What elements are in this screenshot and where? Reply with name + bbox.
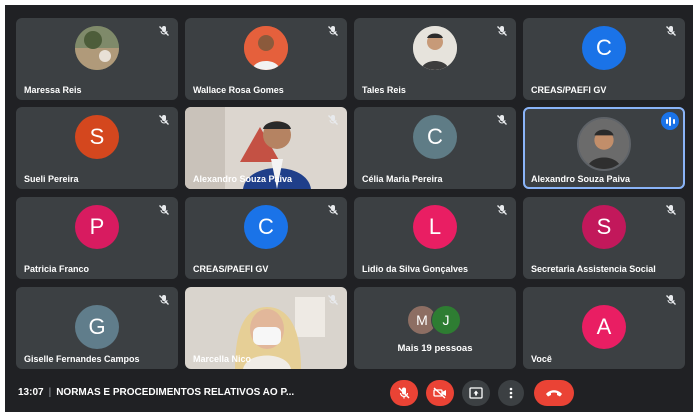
participant-tile-active-speaker[interactable]: Alexandro Souza Paiva — [523, 107, 685, 189]
mic-off-icon — [328, 115, 338, 125]
end-call-icon — [546, 390, 562, 397]
participant-tile[interactable]: L Lidio da Silva Gonçalves — [354, 197, 516, 279]
avatar — [577, 117, 631, 171]
bottom-bar: 13:07 | NORMAS E PROCEDIMENTOS RELATIVOS A… — [5, 374, 693, 412]
more-participants-label: Mais 19 pessoas — [397, 343, 473, 354]
participant-name: CREAS/PAEFI GV — [531, 85, 607, 95]
separator: | — [48, 387, 52, 398]
participant-tile[interactable]: G Giselle Fernandes Campos — [16, 287, 178, 369]
participant-name: Célia Maria Pereira — [362, 174, 443, 184]
meeting-info: 13:07 | NORMAS E PROCEDIMENTOS RELATIVOS A… — [18, 387, 294, 398]
participant-tile[interactable]: Wallace Rosa Gomes — [185, 18, 347, 100]
participant-name: Marcella Nico — [193, 354, 252, 364]
participant-name: Você — [531, 354, 552, 364]
avatar: A — [582, 305, 626, 349]
avatar: S — [75, 115, 119, 159]
camera-toggle-button[interactable] — [426, 380, 454, 406]
participant-name: Tales Reis — [362, 85, 406, 95]
meet-window: Maressa Reis Wallace Rosa Gomes Tales Re… — [5, 5, 693, 412]
participant-tile[interactable]: P Patricia Franco — [16, 197, 178, 279]
participant-name: Patricia Franco — [24, 264, 90, 274]
participant-tile[interactable]: C CREAS/PAEFI GV — [185, 197, 347, 279]
more-options-button[interactable] — [498, 380, 524, 406]
avatar: C — [582, 26, 626, 70]
participant-tile[interactable]: C Célia Maria Pereira — [354, 107, 516, 189]
participant-name: Maressa Reis — [24, 85, 82, 95]
mic-toggle-button[interactable] — [390, 380, 418, 406]
mic-off-icon — [328, 26, 338, 36]
participant-name: Alexandro Souza Paiva — [193, 174, 293, 184]
avatar — [413, 26, 457, 70]
participant-tile[interactable]: S Secretaria Assistencia Social — [523, 197, 685, 279]
avatar: P — [75, 205, 119, 249]
mic-off-icon — [159, 26, 169, 36]
mic-off-icon — [159, 115, 169, 125]
participant-name: Lidio da Silva Gonçalves — [362, 264, 469, 274]
avatar — [244, 26, 288, 70]
mic-off-icon — [497, 26, 507, 36]
participant-name: CREAS/PAEFI GV — [193, 264, 269, 274]
meeting-title: NORMAS E PROCEDIMENTOS RELATIVOS AO P... — [56, 387, 295, 398]
participant-tile[interactable]: Alexandro Souza Paiva — [185, 107, 347, 189]
participant-name: Alexandro Souza Paiva — [531, 174, 631, 184]
meeting-time: 13:07 — [18, 387, 44, 398]
participant-tile[interactable]: Marcella Nico — [185, 287, 347, 369]
mic-off-icon — [666, 295, 676, 305]
avatar: G — [75, 305, 119, 349]
mic-off-icon — [159, 205, 169, 215]
participant-grid: Maressa Reis Wallace Rosa Gomes Tales Re… — [16, 18, 686, 374]
participant-tile[interactable]: Maressa Reis — [16, 18, 178, 100]
mic-off-icon — [159, 295, 169, 305]
speaking-indicator-icon — [661, 112, 679, 130]
avatar — [75, 26, 119, 70]
mic-off-icon — [666, 26, 676, 36]
more-participants-tile[interactable]: M J Mais 19 pessoas — [354, 287, 516, 369]
more-options-icon — [509, 387, 513, 399]
participant-tile[interactable]: S Sueli Pereira — [16, 107, 178, 189]
mic-off-icon — [497, 205, 507, 215]
avatar: L — [413, 205, 457, 249]
participant-name: Sueli Pereira — [24, 174, 79, 184]
present-screen-button[interactable] — [462, 380, 490, 406]
participant-tile[interactable]: Tales Reis — [354, 18, 516, 100]
mic-off-icon — [328, 205, 338, 215]
self-tile[interactable]: A Você — [523, 287, 685, 369]
present-screen-icon — [469, 387, 483, 399]
mic-off-icon — [497, 115, 507, 125]
participant-name: Secretaria Assistencia Social — [531, 264, 656, 274]
mic-off-icon — [666, 205, 676, 215]
participant-name: Giselle Fernandes Campos — [24, 354, 140, 364]
mic-off-icon — [328, 295, 338, 305]
end-call-button[interactable] — [534, 380, 574, 406]
participant-tile[interactable]: C CREAS/PAEFI GV — [523, 18, 685, 100]
avatar: J — [431, 305, 461, 335]
more-participants-avatars: M J — [403, 305, 467, 335]
avatar: C — [413, 115, 457, 159]
participant-name: Wallace Rosa Gomes — [193, 85, 284, 95]
mic-off-icon — [398, 387, 410, 399]
camera-off-icon — [433, 387, 446, 399]
avatar: C — [244, 205, 288, 249]
avatar: S — [582, 205, 626, 249]
